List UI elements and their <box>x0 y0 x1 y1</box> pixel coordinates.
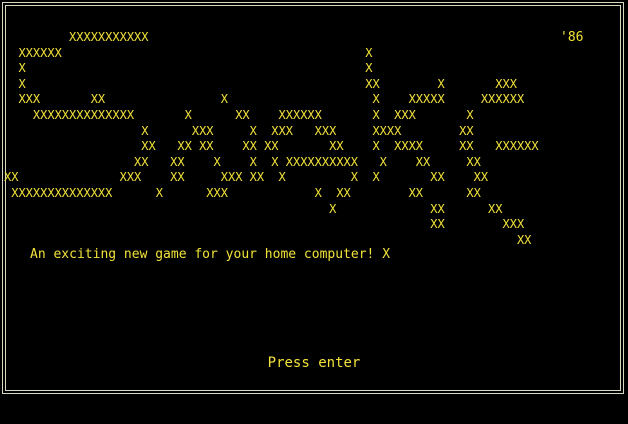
game-screen: XXXXXXXXXXX XXXXXX X X X X XX X XXX XXX <box>0 0 628 424</box>
tagline-text: An exciting new game for your home compu… <box>30 247 391 262</box>
snake-title-ascii-art: XXXXXXXXXXX XXXXXX X X X X XX X XXX XXX <box>4 30 539 247</box>
year-label: '86 <box>560 30 584 45</box>
press-enter-prompt[interactable]: Press enter <box>0 355 628 371</box>
